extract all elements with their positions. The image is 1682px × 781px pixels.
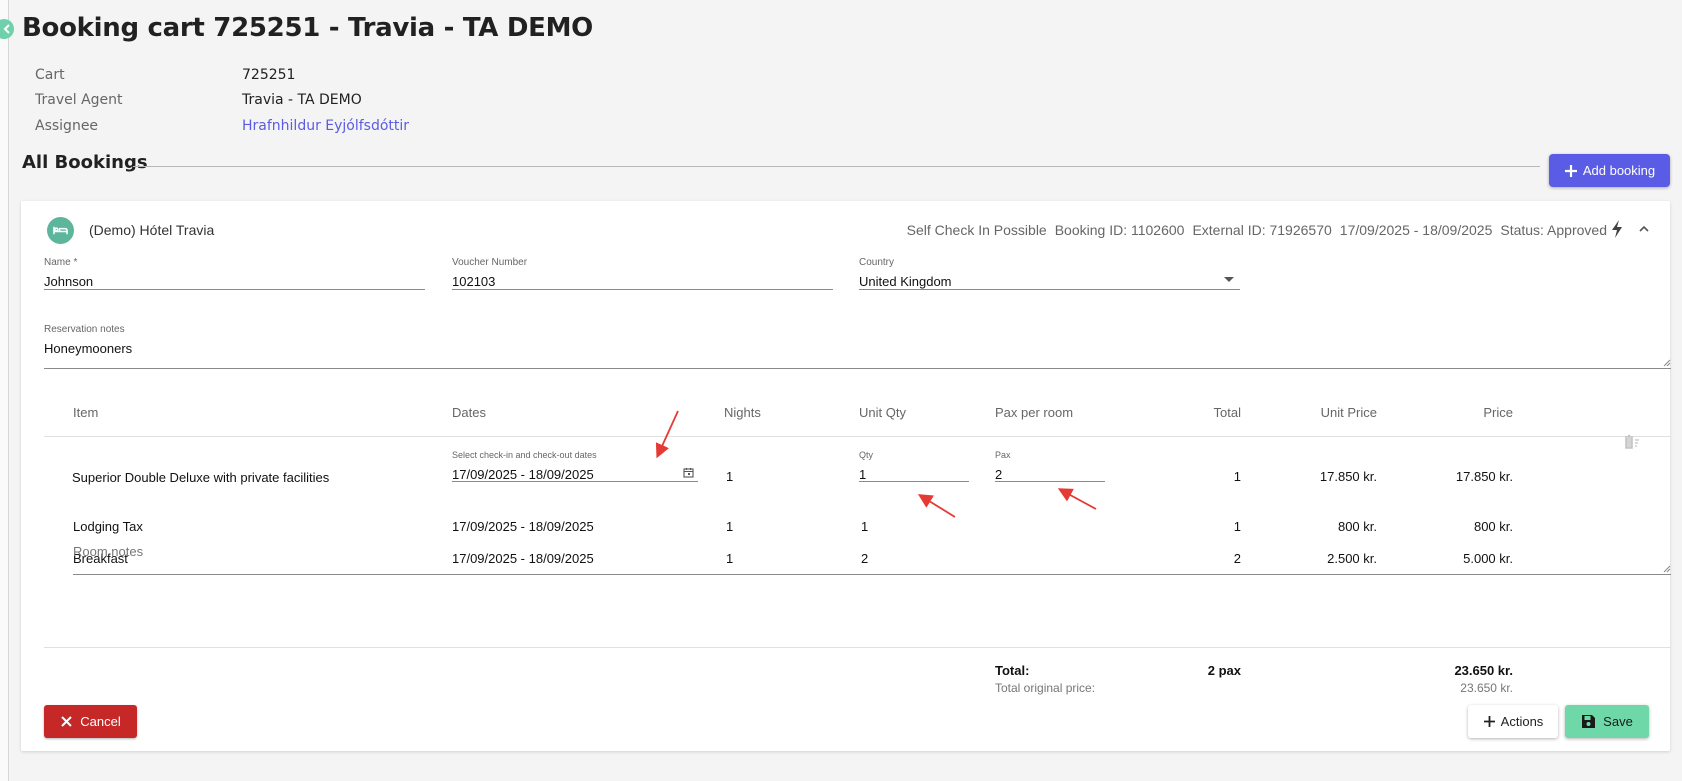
close-icon xyxy=(61,716,72,727)
header-dates: Dates xyxy=(452,405,486,420)
chevron-left-icon xyxy=(3,24,10,34)
header-price: Price xyxy=(1483,405,1513,420)
cancel-label: Cancel xyxy=(80,714,121,729)
name-field[interactable]: Name * Johnson xyxy=(44,257,425,290)
total-label: Total: xyxy=(995,663,1030,678)
page-title: Booking cart 725251 - Travia - TA DEMO xyxy=(22,13,593,43)
section-divider xyxy=(133,166,1540,167)
country-select[interactable]: Country United Kingdom xyxy=(859,257,1240,290)
total-price: 23.650 kr. xyxy=(1454,663,1513,678)
booking-meta: Self Check In Possible Booking ID: 11026… xyxy=(907,222,1607,238)
pax-field[interactable]: Pax 2 xyxy=(995,450,1105,482)
room-notes-field[interactable]: Room notes xyxy=(73,544,1671,575)
lodging-tax-nights: 1 xyxy=(726,519,734,534)
floppy-disk-icon xyxy=(1582,715,1596,728)
reservation-notes-label: Reservation notes xyxy=(44,324,125,335)
total-pax: 2 pax xyxy=(1207,663,1241,678)
cancel-button[interactable]: Cancel xyxy=(44,705,137,738)
pax-label: Pax xyxy=(995,450,1011,460)
dates-label: Select check-in and check-out dates xyxy=(452,450,597,460)
header-pax-per-room: Pax per room xyxy=(995,405,1074,420)
voucher-label: Voucher Number xyxy=(452,257,528,268)
header-item: Item xyxy=(73,405,99,420)
cart-value: 725251 xyxy=(242,66,296,83)
name-label: Name * xyxy=(44,257,78,268)
booking-id: Booking ID: 1102600 xyxy=(1054,222,1185,238)
actions-label: Actions xyxy=(1500,714,1544,729)
pax-input[interactable]: 2 xyxy=(995,461,1105,482)
external-id: External ID: 71926570 xyxy=(1192,222,1332,238)
qty-label: Qty xyxy=(859,450,874,460)
self-check-in: Self Check In Possible xyxy=(906,222,1047,238)
header-total: Total xyxy=(1213,405,1241,420)
resize-grip-icon[interactable] xyxy=(1663,359,1671,367)
plus-icon xyxy=(1564,164,1577,177)
assignee-label: Assignee xyxy=(35,117,99,134)
cart-label: Cart xyxy=(35,66,65,83)
hotel-name: (Demo) Hótel Travia xyxy=(89,222,215,238)
room-nights: 1 xyxy=(726,469,734,484)
header-unit-price: Unit Price xyxy=(1320,405,1377,420)
lodging-tax-unit-price: 800 kr. xyxy=(1337,519,1377,534)
header-nights: Nights xyxy=(724,405,761,420)
cart-row: Cart 725251 xyxy=(35,62,409,88)
booking-dates: 17/09/2025 - 18/09/2025 xyxy=(1339,222,1493,238)
lodging-tax-unit-qty: 1 xyxy=(861,519,869,534)
country-value[interactable]: United Kingdom xyxy=(859,269,1240,290)
left-rail xyxy=(0,0,9,781)
lodging-tax-item: Lodging Tax xyxy=(73,519,143,534)
hotel-avatar xyxy=(47,217,74,244)
voucher-field[interactable]: Voucher Number 102103 xyxy=(452,257,833,290)
bolt-icon xyxy=(1612,220,1622,238)
resize-grip-icon[interactable] xyxy=(1663,565,1671,573)
lodging-tax-price: 800 kr. xyxy=(1473,519,1513,534)
qty-input[interactable]: 1 xyxy=(859,461,969,482)
country-label: Country xyxy=(859,257,895,268)
cart-info: Cart 725251 Travel Agent Travia - TA DEM… xyxy=(35,62,409,139)
save-label: Save xyxy=(1603,714,1633,729)
booking-status: Status: Approved xyxy=(1500,222,1607,238)
header-unit-qty: Unit Qty xyxy=(859,405,906,420)
original-price-value: 23.650 kr. xyxy=(1460,681,1513,695)
voucher-input[interactable]: 102103 xyxy=(452,269,833,290)
booking-card: (Demo) Hótel Travia Self Check In Possib… xyxy=(21,201,1671,751)
travel-agent-row: Travel Agent Travia - TA DEMO xyxy=(35,88,409,114)
room-total: 1 xyxy=(1233,469,1241,484)
assignee-link[interactable]: Hrafnhildur Eyjólfsdóttir xyxy=(242,118,409,134)
room-unit-price: 17.850 kr. xyxy=(1319,469,1377,484)
qty-field[interactable]: Qty 1 xyxy=(859,450,969,482)
all-bookings-title: All Bookings xyxy=(22,152,148,173)
travel-agent-value: Travia - TA DEMO xyxy=(242,92,362,109)
plus-icon xyxy=(1483,716,1495,727)
caret-down-icon[interactable] xyxy=(1224,277,1234,282)
room-item: Superior Double Deluxe with private faci… xyxy=(72,470,330,485)
reservation-notes-input[interactable]: Honeymooners xyxy=(44,335,1671,369)
lodging-tax-dates: 17/09/2025 - 18/09/2025 xyxy=(452,519,594,534)
reservation-notes-field[interactable]: Reservation notes Honeymooners xyxy=(44,324,1671,369)
original-price-label: Total original price: xyxy=(995,681,1096,695)
delete-icon[interactable] xyxy=(1622,434,1640,450)
add-booking-label: Add booking xyxy=(1582,163,1656,178)
dates-value: 17/09/2025 - 18/09/2025 xyxy=(452,467,594,482)
lodging-tax-total: 1 xyxy=(1233,519,1241,534)
room-notes-input[interactable] xyxy=(73,574,1671,575)
table-header-divider xyxy=(44,436,1671,437)
add-booking-button[interactable]: Add booking xyxy=(1549,154,1670,187)
dates-input[interactable]: 17/09/2025 - 18/09/2025 xyxy=(452,461,698,482)
calendar-icon[interactable] xyxy=(683,467,694,478)
actions-button[interactable]: Actions xyxy=(1468,705,1558,738)
name-input[interactable]: Johnson xyxy=(44,269,425,290)
totals-divider xyxy=(44,647,1671,648)
dates-picker[interactable]: Select check-in and check-out dates 17/0… xyxy=(452,450,698,482)
save-button[interactable]: Save xyxy=(1565,705,1649,738)
assignee-row: Assignee Hrafnhildur Eyjólfsdóttir xyxy=(35,113,409,139)
room-notes-label: Room notes xyxy=(73,544,144,559)
back-button[interactable] xyxy=(0,19,14,39)
bed-icon xyxy=(53,226,68,235)
travel-agent-label: Travel Agent xyxy=(35,92,123,109)
chevron-up-icon[interactable] xyxy=(1638,224,1650,234)
room-price: 17.850 kr. xyxy=(1455,469,1513,484)
